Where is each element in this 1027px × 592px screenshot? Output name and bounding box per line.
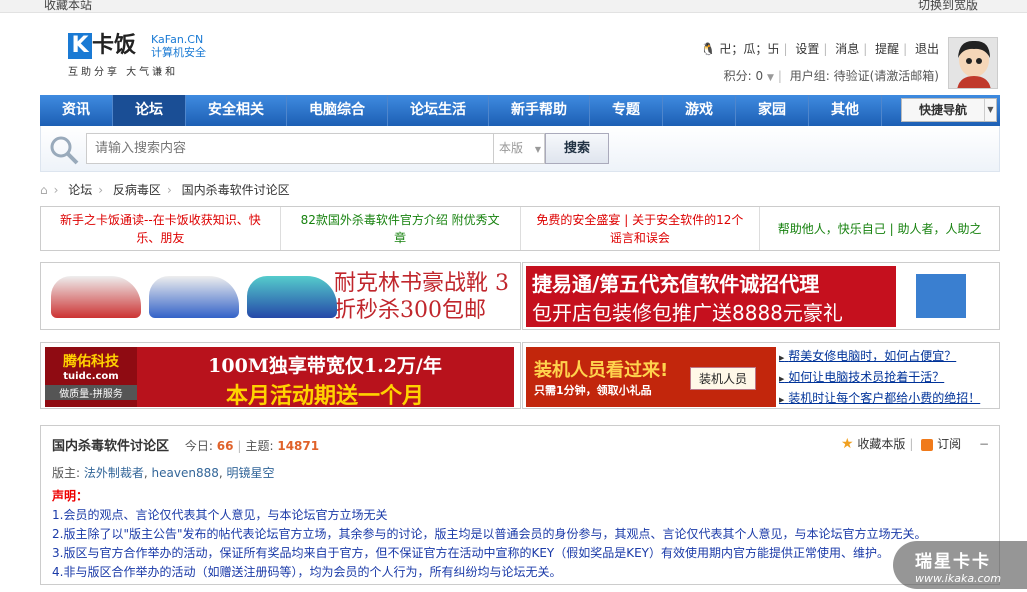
- ad-link[interactable]: ▶ 帮美女修电脑时，如何占便宜？: [779, 347, 980, 368]
- moderators-label: 版主:: [52, 466, 81, 480]
- ad-text: 100M独享带宽仅1.2万/年: [208, 355, 442, 377]
- ad-tengyou[interactable]: 腾佑科技 tuidc.com 做质量-拼服务 100M独享带宽仅1.2万/年 本…: [40, 342, 521, 409]
- nav-games[interactable]: 游戏: [663, 95, 736, 126]
- ad-sub: 做质量-拼服务: [45, 385, 137, 400]
- nav-security[interactable]: 安全相关: [186, 95, 287, 126]
- settings-link[interactable]: 设置: [795, 42, 819, 56]
- username-link[interactable]: 卍；瓜；卐: [719, 42, 779, 56]
- logo-mark: K: [68, 33, 92, 59]
- nav-other[interactable]: 其他: [809, 95, 882, 126]
- nav-help[interactable]: 新手帮助: [489, 95, 590, 126]
- notice-bar: 新手之卡饭通读--在卡饭收获知识、快乐、朋友 82款国外杀毒软件官方介绍 附优秀…: [40, 206, 1000, 251]
- declaration-title: 声明：: [52, 489, 89, 503]
- breadcrumb: ⌂ › 论坛 › 反病毒区 › 国内杀毒软件讨论区: [40, 183, 290, 197]
- declaration: 声明： 1.会员的观点、言论仅代表其个人意见，与本论坛官方立场无关 2.版主除了…: [52, 487, 988, 582]
- topics-label: 主题:: [245, 439, 274, 453]
- notice-link[interactable]: 新手之卡饭通读--在卡饭收获知识、快乐、朋友: [41, 207, 281, 250]
- user-group: 用户组: 待验证(请激活邮箱): [789, 69, 939, 83]
- ad-url: tuidc.com: [63, 371, 119, 382]
- qq-icon: 🐧: [700, 42, 716, 56]
- nav-forum-life[interactable]: 论坛生活: [388, 95, 489, 126]
- star-icon: ★: [840, 436, 854, 452]
- topics-count: 14871: [277, 439, 320, 453]
- declaration-line: 4.非与版区合作举办的活动（如赠送注册码等），均为会员的个人行为，所有纠纷均与论…: [52, 565, 562, 579]
- breadcrumb-forum[interactable]: 论坛: [68, 183, 92, 197]
- notice-link[interactable]: 免费的安全盛宴 | 关于安全软件的12个谣言和误会: [521, 207, 761, 250]
- user-menu: 🐧 卍；瓜；卐 | 设置 | 消息 | 提醒 | 退出: [700, 42, 939, 56]
- today-label: 今日:: [184, 439, 213, 453]
- ad-text: 捷易通/第五代充值软件诚招代理: [532, 271, 820, 296]
- ad-text: 耐克林书豪战靴 3折秒杀300包邮: [334, 270, 509, 323]
- logout-link[interactable]: 退出: [915, 42, 939, 56]
- main-nav: 资讯 论坛 安全相关 电脑综合 论坛生活 新手帮助 专题 游戏 家园 其他 快捷…: [40, 95, 1000, 126]
- forum-title: 国内杀毒软件讨论区: [52, 439, 170, 454]
- home-icon[interactable]: ⌂: [40, 183, 48, 197]
- declaration-line: 3.版区与官方合作举办的活动，保证所有奖品均来自于官方，但不保证官方在活动中宣称…: [52, 546, 890, 560]
- switch-wide-link[interactable]: 切换到宽版: [918, 0, 978, 13]
- nav-home[interactable]: 家园: [736, 95, 809, 126]
- search-input[interactable]: [86, 133, 494, 164]
- subscribe-button[interactable]: 订阅: [937, 437, 961, 451]
- notice-link[interactable]: 帮助他人，快乐自己 | 助人者，人助之: [760, 207, 999, 250]
- ad-button: 装机人员: [690, 367, 757, 390]
- declaration-line: 1.会员的观点、言论仅代表其个人意见，与本论坛官方立场无关: [52, 508, 388, 522]
- breadcrumb-current[interactable]: 国内杀毒软件讨论区: [182, 183, 290, 197]
- chevron-down-icon: ▼: [984, 99, 996, 121]
- ad-link[interactable]: ▶ 装机时让每个客户都给小费的绝招！: [779, 389, 980, 410]
- moderator-link[interactable]: heaven888: [152, 466, 219, 480]
- top-bar: 收藏本站 切换到宽版: [0, 0, 1027, 13]
- ad-text: 装机人员看过来!: [534, 360, 669, 381]
- logo-slogan: 互助分享 大气谦和: [68, 67, 179, 78]
- logo-tag: 计算机安全: [151, 46, 206, 59]
- quick-nav-button[interactable]: 快捷导航 ▼: [901, 98, 997, 122]
- today-count: 66: [216, 439, 234, 453]
- nav-news[interactable]: 资讯: [40, 95, 113, 126]
- ad-shoes[interactable]: 耐克林书豪战靴 3折秒杀300包邮: [40, 262, 521, 330]
- rss-icon: [921, 438, 934, 451]
- ad-link[interactable]: ▶ 如何让电脑技术员抢着干活？: [779, 368, 980, 389]
- notifications-link[interactable]: 提醒: [875, 42, 899, 56]
- moderator-link[interactable]: 法外制裁者: [84, 466, 144, 480]
- ad-zhuangji-banner[interactable]: 装机人员看过来! 只需1分钟，领取小礼品 装机人员: [526, 347, 776, 407]
- search-button[interactable]: 搜索: [545, 133, 609, 164]
- ad-text: 本月活动期送一个月: [225, 383, 424, 407]
- search-scope-select[interactable]: 本版 ▼: [493, 133, 545, 164]
- nav-topics[interactable]: 专题: [590, 95, 663, 126]
- breadcrumb-antivirus[interactable]: 反病毒区: [113, 183, 161, 197]
- avatar[interactable]: [948, 37, 998, 89]
- moderator-link[interactable]: 明镜星空: [227, 466, 275, 480]
- forum-info: 国内杀毒软件讨论区 今日: 66 | 主题: 14871 ★ 收藏本版 | 订阅 − …: [40, 425, 1000, 585]
- points-dropdown[interactable]: 积分: 0: [724, 69, 764, 83]
- watermark: 瑞星卡卡 www.ikaka.com: [893, 541, 1027, 589]
- favorite-forum-button[interactable]: 收藏本版: [857, 437, 905, 451]
- ad-brand: 腾佑科技: [63, 354, 119, 370]
- logo[interactable]: K 卡饭 KaFan.CN 计算机安全 互助分享 大气谦和: [68, 33, 206, 78]
- nav-computer[interactable]: 电脑综合: [287, 95, 388, 126]
- collapse-icon[interactable]: −: [979, 437, 989, 451]
- notice-link[interactable]: 82款国外杀毒软件官方介绍 附优秀文章: [281, 207, 521, 250]
- ad-text: 只需1分钟，领取小礼品: [534, 384, 652, 397]
- ad-zhuangji: 装机人员看过来! 只需1分钟，领取小礼品 装机人员 ▶ 帮美女修电脑时，如何占便…: [522, 342, 1000, 409]
- nav-forum[interactable]: 论坛: [113, 95, 186, 126]
- logo-en: KaFan.CN: [151, 33, 204, 46]
- ad-text: 包开店包装修包推广送8888元豪礼: [532, 300, 843, 325]
- messages-link[interactable]: 消息: [835, 42, 859, 56]
- logo-name: 卡饭: [92, 33, 137, 58]
- bookmark-site-link[interactable]: 收藏本站: [44, 0, 92, 13]
- search-bar: 本版 ▼ 搜索: [40, 126, 1000, 172]
- search-icon: [50, 136, 79, 165]
- quick-nav-label: 快捷导航: [919, 103, 968, 117]
- ad-jieyitong[interactable]: 捷易通/第五代充值软件诚招代理 包开店包装修包推广送8888元豪礼: [522, 262, 1000, 330]
- declaration-line: 2.版主除了以"版主公告"发布的帖代表论坛官方立场，其余参与的讨论，版主均是以普…: [52, 527, 927, 541]
